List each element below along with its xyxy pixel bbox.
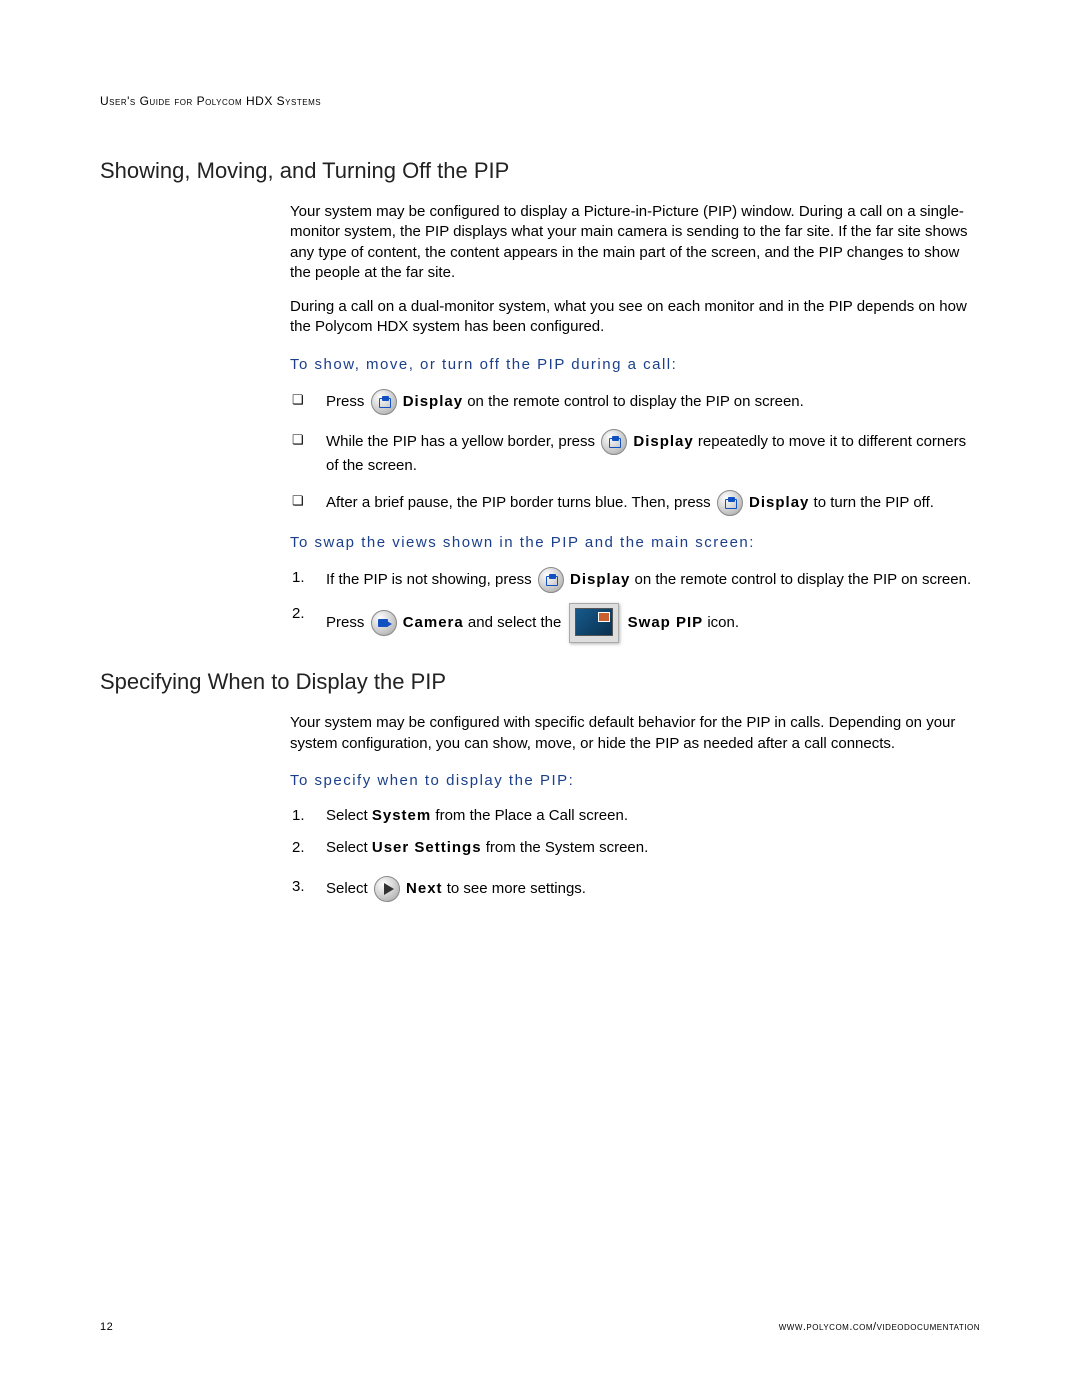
term-display: Display [749, 494, 809, 511]
display-button-icon [538, 567, 564, 593]
paragraph: Your system may be configured to display… [290, 202, 980, 283]
text: on the remote control to display the PIP… [463, 392, 804, 409]
procedure-heading: To show, move, or turn off the PIP durin… [290, 356, 980, 373]
term-next: Next [406, 880, 443, 897]
text: to see more settings. [443, 880, 586, 897]
list-item: If the PIP is not showing, press Display… [316, 567, 980, 593]
bullet-list: Press Display on the remote control to d… [290, 389, 980, 517]
paragraph: During a call on a dual-monitor system, … [290, 297, 980, 338]
running-header: User's Guide for Polycom HDX Systems [100, 94, 980, 108]
procedure-heading: To swap the views shown in the PIP and t… [290, 534, 980, 551]
numbered-list: If the PIP is not showing, press Display… [290, 567, 980, 643]
display-button-icon [717, 490, 743, 516]
term-display: Display [403, 392, 463, 409]
section-body: Your system may be configured to display… [290, 202, 980, 643]
display-button-icon [601, 429, 627, 455]
text: and select the [464, 614, 566, 631]
paragraph: Your system may be configured with speci… [290, 713, 980, 754]
term-display: Display [633, 432, 693, 449]
text: If the PIP is not showing, press [326, 571, 536, 588]
procedure-heading: To specify when to display the PIP: [290, 772, 980, 789]
text: After a brief pause, the PIP border turn… [326, 494, 715, 511]
text: icon. [703, 614, 739, 631]
text: Select [326, 807, 372, 824]
footer-url: www.polycom.com/videodocumentation [779, 1321, 980, 1333]
page-number: 12 [100, 1321, 113, 1333]
next-button-icon [374, 876, 400, 902]
section-heading-specify-pip: Specifying When to Display the PIP [100, 669, 980, 695]
camera-button-icon [371, 610, 397, 636]
term-user-settings: User Settings [372, 839, 482, 856]
text: from the Place a Call screen. [431, 807, 628, 824]
list-item: After a brief pause, the PIP border turn… [316, 490, 980, 516]
term-camera: Camera [403, 614, 464, 631]
page: User's Guide for Polycom HDX Systems Sho… [0, 0, 1080, 902]
list-item: Select User Settings from the System scr… [316, 837, 980, 859]
section-heading-pip: Showing, Moving, and Turning Off the PIP [100, 158, 980, 184]
list-item: Press Display on the remote control to d… [316, 389, 980, 415]
text: on the remote control to display the PIP… [630, 571, 971, 588]
text: Select [326, 880, 372, 897]
section-body: Your system may be configured with speci… [290, 713, 980, 902]
swap-pip-icon [569, 603, 619, 643]
list-item: Select Next to see more settings. [316, 876, 980, 902]
list-item: While the PIP has a yellow border, press… [316, 429, 980, 477]
page-footer: 12 www.polycom.com/videodocumentation [100, 1321, 980, 1333]
term-swap-pip: Swap PIP [628, 614, 704, 631]
text: from the System screen. [482, 839, 649, 856]
list-item: Select System from the Place a Call scre… [316, 805, 980, 827]
display-button-icon [371, 389, 397, 415]
text: Press [326, 614, 369, 631]
list-item: Press Camera and select the Swap PIP ico… [316, 603, 980, 643]
term-display: Display [570, 571, 630, 588]
text: to turn the PIP off. [809, 494, 934, 511]
numbered-list: Select System from the Place a Call scre… [290, 805, 980, 903]
text: Select [326, 839, 372, 856]
text: While the PIP has a yellow border, press [326, 432, 599, 449]
term-system: System [372, 807, 431, 824]
text: Press [326, 392, 369, 409]
